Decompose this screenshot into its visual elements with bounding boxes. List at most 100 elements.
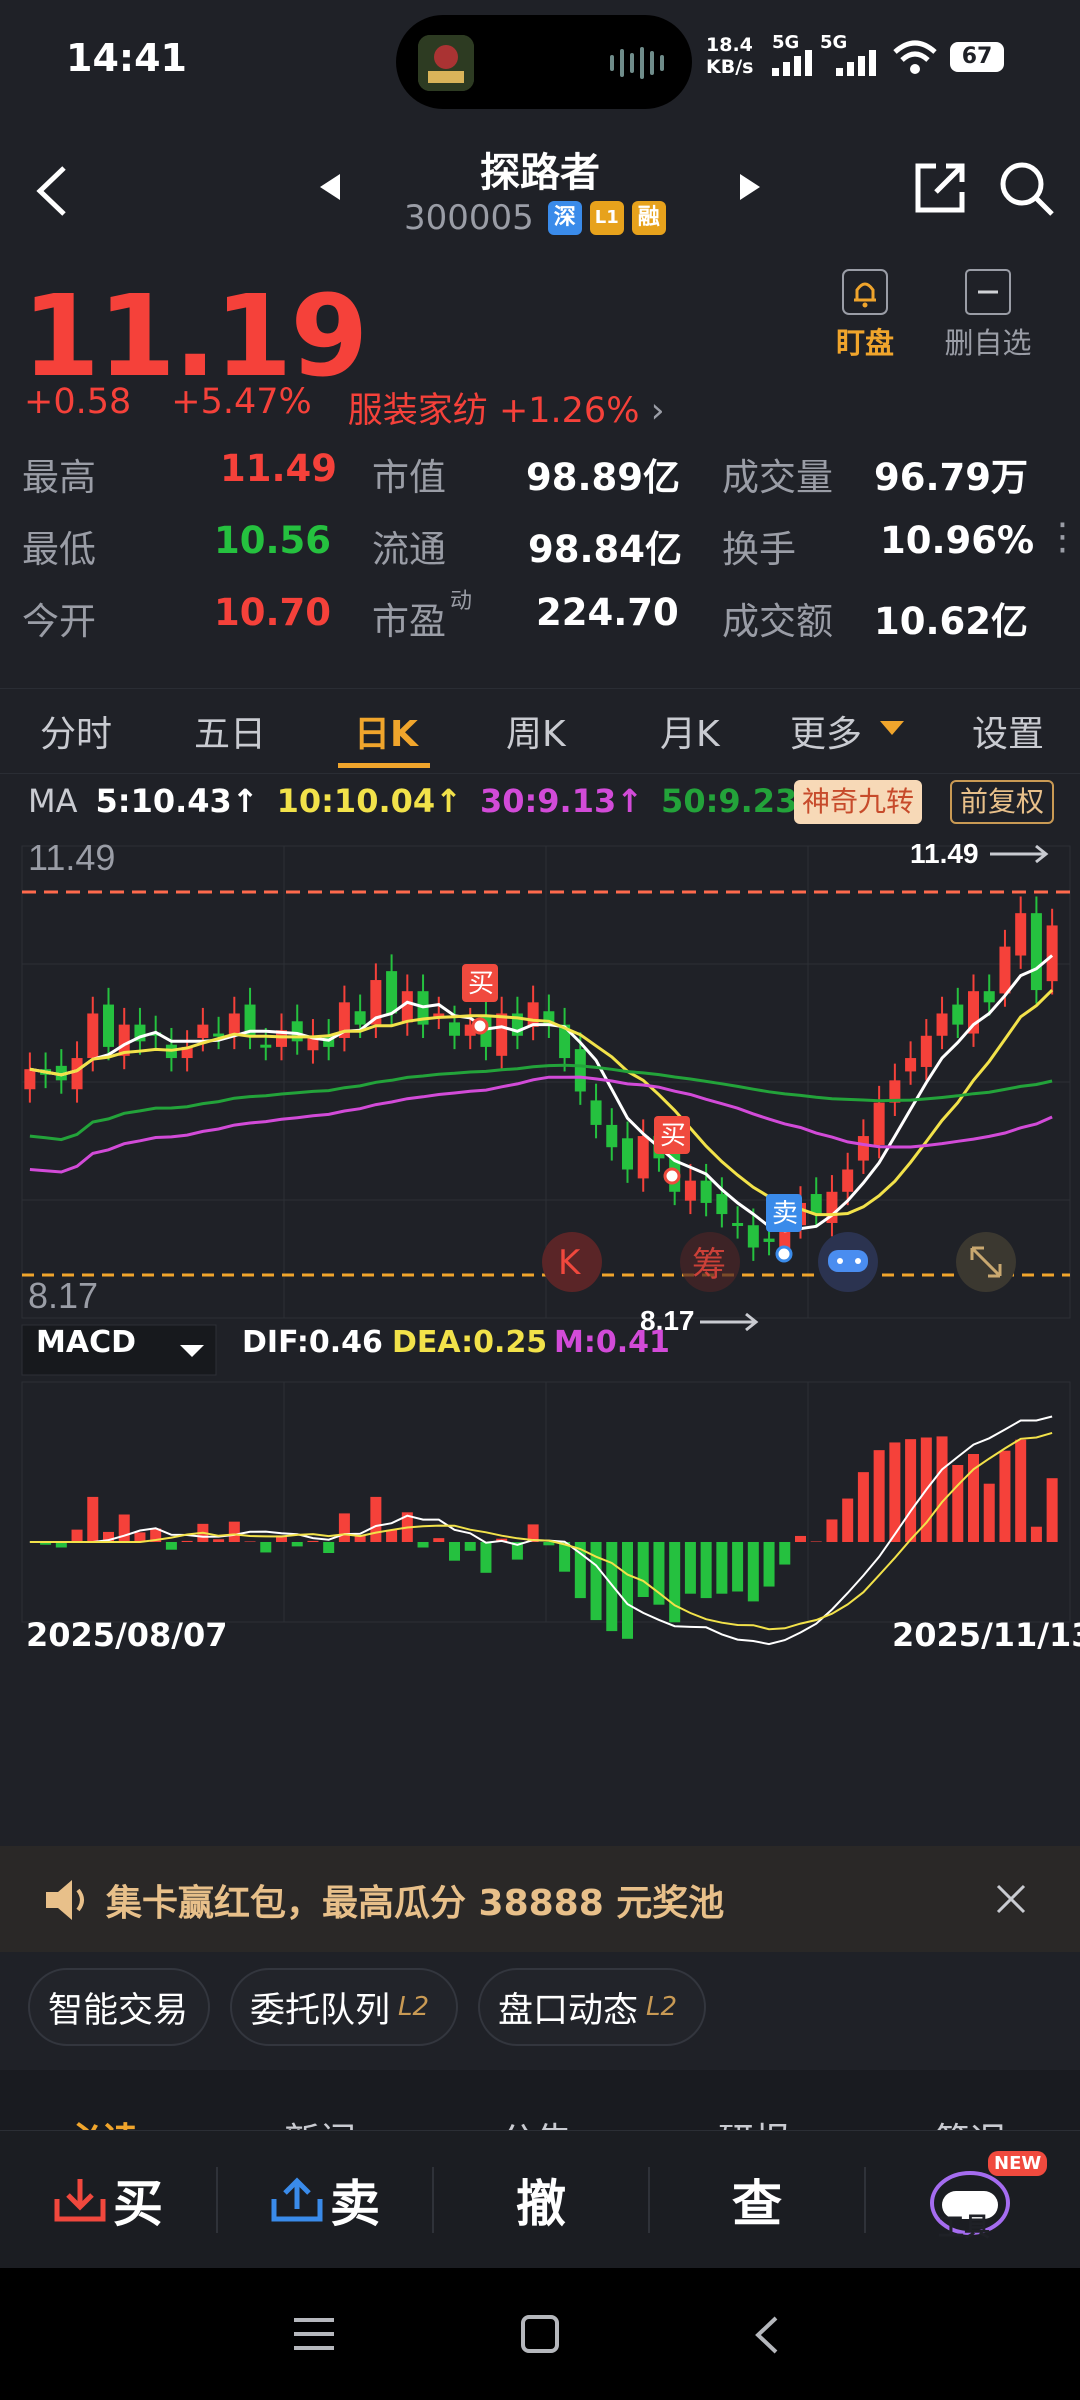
sector-link[interactable]: 服装家纺 +1.26% › bbox=[348, 382, 665, 433]
promo-banner[interactable]: 集卡赢红包，最高瓜分 38888 元奖池 bbox=[0, 1846, 1080, 1952]
change-row: +0.58 +5.47% 服装家纺 +1.26% › bbox=[24, 382, 665, 433]
ma10-value: 10:10.04↑ bbox=[276, 782, 462, 820]
more-vertical-icon[interactable]: ⋮ bbox=[1044, 515, 1080, 558]
sell-marker[interactable]: 卖 bbox=[766, 1194, 802, 1263]
macd-bar bbox=[716, 1542, 728, 1594]
order-queue-button[interactable]: 委托队列 L2 bbox=[230, 1968, 458, 2046]
cancel-order-button[interactable]: 撤 bbox=[434, 2131, 648, 2269]
watch-button[interactable]: 盯盘 bbox=[832, 268, 898, 362]
close-icon[interactable] bbox=[994, 1882, 1028, 1916]
candle bbox=[700, 1180, 712, 1203]
date-start: 2025/08/07 bbox=[26, 1616, 228, 1654]
macd-bar bbox=[684, 1542, 696, 1594]
macd-bar bbox=[637, 1542, 649, 1597]
tab-settings[interactable]: 设置 bbox=[972, 705, 1044, 757]
magic-nine-button[interactable]: 神奇九转 bbox=[794, 780, 923, 824]
candle bbox=[1030, 913, 1042, 991]
adjust-button[interactable]: 前复权 bbox=[950, 780, 1055, 824]
order-book-button[interactable]: 盘口动态 L2 bbox=[478, 1968, 706, 2046]
tab-research[interactable]: 研报 bbox=[718, 2112, 790, 2130]
macd-bar bbox=[307, 1540, 319, 1542]
tab-announcements[interactable]: 公告 bbox=[500, 2112, 572, 2130]
tab-more[interactable]: 更多 bbox=[790, 705, 862, 757]
macd-bar bbox=[952, 1465, 964, 1542]
share-icon[interactable] bbox=[912, 160, 968, 216]
next-stock-icon[interactable] bbox=[736, 172, 762, 202]
back-nav-icon[interactable] bbox=[752, 2314, 782, 2356]
buy-button[interactable]: 买 bbox=[0, 2131, 216, 2269]
m-value: M:0.41 bbox=[554, 1325, 670, 1360]
y-high-label: 11.49 bbox=[28, 837, 115, 878]
tools-button[interactable]: 工具 NEW bbox=[866, 2131, 1080, 2269]
period-tabs: 分时 五日 日K 周K 月K 更多 设置 bbox=[0, 688, 1080, 774]
open-value: 10.70 bbox=[214, 591, 332, 634]
sell-button[interactable]: 卖 bbox=[218, 2131, 432, 2269]
macd-bar bbox=[433, 1538, 445, 1542]
tab-must-read[interactable]: 必读 bbox=[66, 2112, 138, 2130]
macd-bar bbox=[842, 1498, 854, 1542]
tab-five-day[interactable]: 五日 bbox=[194, 705, 266, 757]
macd-bar bbox=[606, 1542, 618, 1632]
tab-weekly-k[interactable]: 周K bbox=[506, 705, 566, 757]
tab-intraday[interactable]: 分时 bbox=[40, 705, 112, 757]
gamepad-icon[interactable] bbox=[818, 1232, 878, 1292]
l2-badge: L2 bbox=[398, 1992, 430, 2022]
order-queue-label: 委托队列 bbox=[250, 1990, 391, 2031]
amount-value: 10.62亿 bbox=[874, 600, 1029, 643]
dif-value: DIF:0.46 bbox=[242, 1325, 383, 1360]
banner-text: 集卡赢红包，最高瓜分 38888 元奖池 bbox=[106, 1883, 725, 1924]
candle bbox=[354, 1011, 366, 1025]
code-row: 300005 深 L1 融 bbox=[404, 198, 666, 238]
macd-label: MACD bbox=[36, 1325, 136, 1360]
buy-marker[interactable]: 买 bbox=[654, 1116, 690, 1185]
y-low-label: 8.17 bbox=[28, 1275, 98, 1316]
candle bbox=[857, 1136, 869, 1161]
kline-chart[interactable]: 11.49 8.17 11.49 8.17 买 买 卖 K 筹 MACD DIF… bbox=[0, 826, 1080, 1846]
trade-bar: 买 卖 撤 查 工具 NEW bbox=[0, 2130, 1080, 2269]
macd-bar bbox=[1030, 1526, 1042, 1542]
macd-bar bbox=[181, 1540, 193, 1542]
home-icon[interactable] bbox=[520, 2314, 560, 2354]
tools-label: 工具 bbox=[938, 2213, 991, 2243]
quick-actions: 智能交易 委托队列 L2 盘口动态 L2 bbox=[0, 1968, 1080, 2058]
search-icon[interactable] bbox=[996, 158, 1056, 218]
watch-label: 盯盘 bbox=[835, 326, 894, 360]
chips-button[interactable]: 筹 bbox=[680, 1232, 740, 1292]
macd-bar bbox=[260, 1542, 272, 1553]
wifi-icon bbox=[893, 40, 937, 74]
macd-bar bbox=[669, 1542, 681, 1623]
mcap-label: 市值 bbox=[372, 456, 446, 499]
macd-bar bbox=[857, 1472, 869, 1542]
tab-monthly-k[interactable]: 月K bbox=[660, 705, 720, 757]
net-speed-value: 18.4 bbox=[706, 34, 753, 56]
query-button[interactable]: 查 bbox=[650, 2131, 864, 2269]
tab-news[interactable]: 新闻 bbox=[284, 2112, 356, 2130]
candle bbox=[1015, 913, 1027, 956]
candle bbox=[621, 1138, 634, 1170]
sell-label: 卖 bbox=[330, 2175, 380, 2233]
expand-icon[interactable] bbox=[956, 1232, 1016, 1292]
turnover-label: 换手 bbox=[722, 528, 796, 571]
macd-bar bbox=[118, 1514, 130, 1542]
volume-label: 成交量 bbox=[722, 456, 833, 499]
k-signal-button[interactable]: K bbox=[542, 1232, 602, 1292]
level-badge: L1 bbox=[589, 201, 624, 235]
l2-badge: L2 bbox=[646, 1992, 678, 2022]
bell-icon bbox=[842, 269, 888, 315]
macd-bar bbox=[905, 1439, 917, 1542]
download-icon bbox=[54, 2179, 106, 2222]
menu-icon[interactable] bbox=[294, 2316, 334, 2352]
remove-watchlist-button[interactable]: 删自选 bbox=[938, 268, 1038, 362]
tab-profile[interactable]: 简况 bbox=[934, 2112, 1006, 2130]
macd-bar bbox=[244, 1541, 256, 1542]
margin-badge: 融 bbox=[631, 201, 666, 235]
tab-daily-k[interactable]: 日K bbox=[354, 705, 418, 757]
smart-trade-button[interactable]: 智能交易 bbox=[28, 1968, 210, 2046]
buy-marker[interactable]: 买 bbox=[462, 964, 498, 1035]
macd-bar bbox=[779, 1542, 791, 1565]
pe-sup: 动 bbox=[450, 589, 473, 614]
candle bbox=[496, 1013, 508, 1056]
candle bbox=[952, 1004, 964, 1025]
ma-legend: MA 5:10.43↑ 10:10.04↑ 30:9.13↑ 50:9.23↑ bbox=[28, 782, 824, 820]
macd-bar bbox=[747, 1542, 759, 1602]
